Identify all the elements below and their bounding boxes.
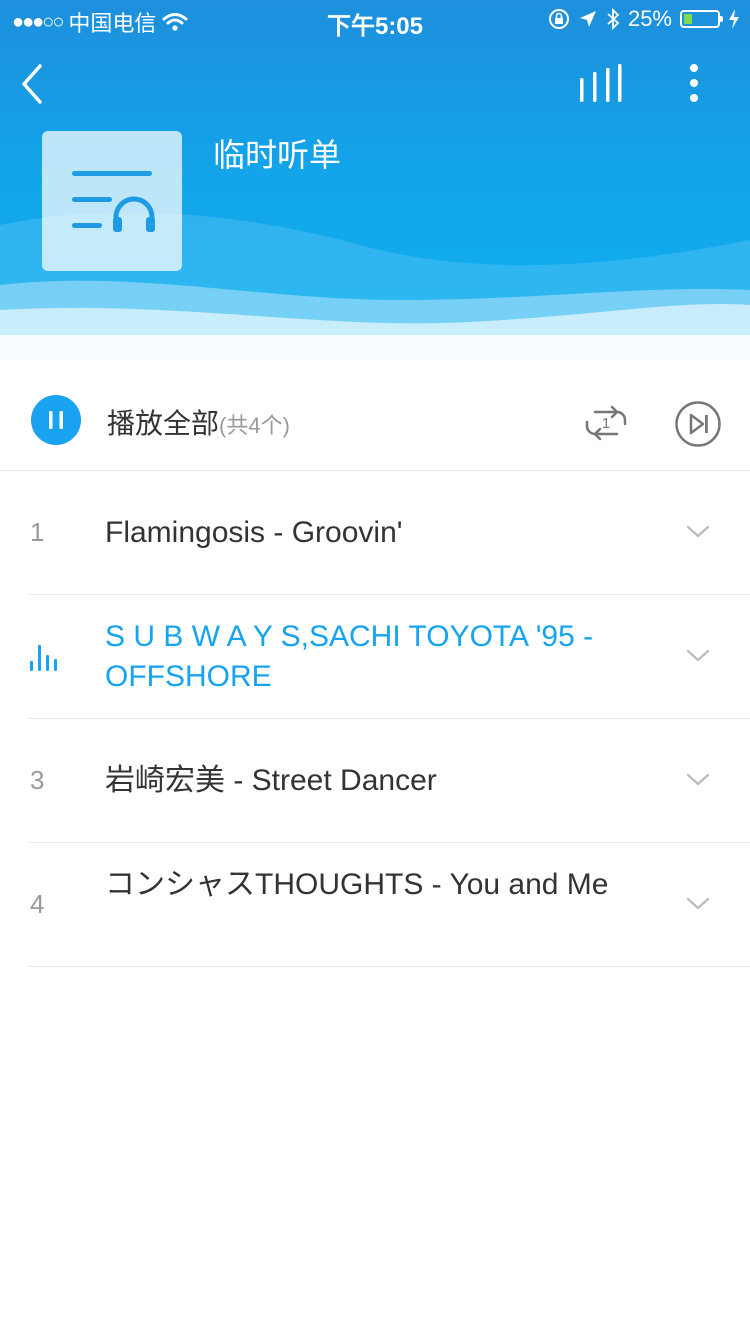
next-track-icon[interactable]	[674, 400, 722, 448]
playlist-headphones-icon	[72, 171, 155, 232]
equalizer-icon[interactable]	[578, 64, 624, 104]
list-item[interactable]: 4 コンシャスTHOUGHTS - You and Me	[0, 843, 750, 967]
repeat-one-icon[interactable]: 1	[583, 398, 629, 444]
chevron-down-icon[interactable]	[686, 524, 710, 540]
list-item[interactable]: 1 Flamingosis - Groovin'	[0, 471, 750, 595]
song-index: 1	[30, 517, 45, 547]
back-icon[interactable]	[18, 62, 46, 106]
chevron-down-icon[interactable]	[686, 896, 710, 912]
chevron-down-icon[interactable]	[686, 772, 710, 788]
playlist-header: ●●●○○ 中国电信 下午5:05 25% 临时听单	[0, 0, 750, 360]
song-title: コンシャスTHOUGHTS - You and Me	[105, 868, 609, 901]
song-title: Flamingosis - Groovin'	[105, 516, 403, 549]
song-title: S U B W A Y S,SACHI TOYOTA '95 - OFFSHOR…	[105, 620, 594, 693]
pause-button[interactable]	[31, 395, 81, 445]
more-options-icon[interactable]	[686, 64, 702, 104]
status-bar: ●●●○○ 中国电信 下午5:05 25%	[0, 0, 750, 40]
battery-icon	[680, 10, 723, 28]
divider	[29, 966, 750, 967]
chevron-down-icon[interactable]	[686, 648, 710, 664]
playlist-cover	[42, 131, 182, 271]
orientation-lock-icon	[548, 9, 569, 29]
play-all-button[interactable]: 播放全部(共4个)	[107, 402, 290, 442]
play-all-label: 播放全部	[107, 408, 220, 439]
charging-icon	[729, 9, 739, 29]
playlist-title: 临时听单	[213, 137, 342, 173]
repeat-badge: 1	[602, 415, 610, 432]
bluetooth-icon	[607, 8, 620, 30]
play-controls: 播放全部(共4个) 1	[0, 370, 750, 471]
pause-icon	[49, 411, 63, 429]
battery-percent: 25%	[627, 6, 672, 31]
location-icon	[579, 11, 596, 27]
battery-level	[684, 14, 692, 24]
list-item-playing[interactable]: S U B W A Y S,SACHI TOYOTA '95 - OFFSHOR…	[0, 595, 750, 719]
list-item[interactable]: 3 岩崎宏美 - Street Dancer	[0, 719, 750, 843]
song-count: (共4个)	[219, 413, 290, 438]
now-playing-icon	[30, 645, 57, 671]
song-title: 岩崎宏美 - Street Dancer	[105, 764, 437, 797]
song-index: 4	[30, 889, 45, 919]
song-index: 3	[30, 765, 45, 795]
